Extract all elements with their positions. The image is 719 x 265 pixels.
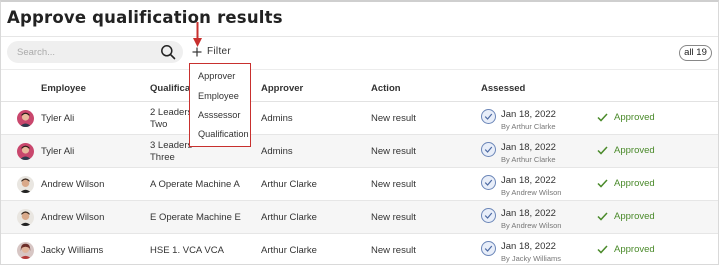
search-box[interactable] — [7, 41, 183, 63]
search-icon[interactable] — [160, 44, 176, 60]
column-header-assessed[interactable]: Assessed — [481, 83, 525, 94]
qualification-line1: HSE 1. VCA VCA — [150, 245, 224, 256]
assessed-date: Jan 18, 2022 — [501, 241, 556, 252]
filter-dropdown: Approver Employee Asssessor Qualificatio… — [189, 63, 251, 147]
action-text: New result — [371, 146, 416, 157]
assessed-date: Jan 18, 2022 — [501, 109, 556, 120]
page-title: Approve qualification results — [7, 8, 283, 27]
status-text: Approved — [614, 211, 655, 222]
employee-name: Andrew Wilson — [41, 212, 105, 223]
check-circle-icon — [481, 241, 496, 256]
checkmark-icon — [597, 245, 608, 254]
filter-option-assessor[interactable]: Asssessor — [198, 110, 240, 120]
qualification-line1: 3 Leaders — [150, 140, 193, 151]
column-header-action[interactable]: Action — [371, 83, 401, 94]
assessed-date: Jan 18, 2022 — [501, 142, 556, 153]
column-header-qualification[interactable]: Qualificat — [150, 83, 193, 94]
title-divider — [1, 36, 718, 37]
status-text: Approved — [614, 178, 655, 189]
employee-name: Jacky Williams — [41, 245, 104, 256]
assessed-by: By Arthur Clarke — [501, 122, 556, 131]
action-text: New result — [371, 245, 416, 256]
table-row[interactable]: Andrew Wilson A Operate Machine A Arthur… — [1, 168, 718, 201]
assessed-by: By Jacky Williams — [501, 254, 562, 263]
approver-name: Arthur Clarke — [261, 245, 317, 256]
status-badge: Approved — [597, 145, 655, 156]
table-row[interactable]: Andrew Wilson E Operate Machine E Arthur… — [1, 201, 718, 234]
toolbar-divider — [1, 69, 718, 70]
plus-icon — [192, 47, 202, 56]
assessed-by: By Andrew Wilson — [501, 188, 562, 197]
qualification-line2: Three — [150, 152, 175, 163]
assessed-date: Jan 18, 2022 — [501, 175, 556, 186]
assessed-date: Jan 18, 2022 — [501, 208, 556, 219]
avatar — [17, 209, 34, 226]
status-badge: Approved — [597, 178, 655, 189]
status-badge: Approved — [597, 112, 655, 123]
search-input[interactable] — [17, 45, 157, 59]
checkmark-icon — [597, 113, 608, 122]
checkmark-icon — [597, 212, 608, 221]
status-badge: Approved — [597, 211, 655, 222]
qualification-line2: Two — [150, 119, 168, 130]
column-header-approver[interactable]: Approver — [261, 83, 303, 94]
filter-option-employee[interactable]: Employee — [198, 91, 239, 101]
avatar — [17, 143, 34, 160]
status-text: Approved — [614, 112, 655, 123]
avatar — [17, 110, 34, 127]
status-text: Approved — [614, 244, 655, 255]
qualification-line1: A Operate Machine A — [150, 179, 240, 190]
qualification-line1: 2 Leaders — [150, 107, 193, 118]
approver-name: Admins — [261, 113, 293, 124]
count-badge[interactable]: all 19 — [679, 45, 712, 61]
table-row[interactable]: Jacky Williams HSE 1. VCA VCA Arthur Cla… — [1, 234, 718, 265]
assessed-by: By Arthur Clarke — [501, 155, 556, 164]
status-text: Approved — [614, 145, 655, 156]
qualification-line1: E Operate Machine E — [150, 212, 241, 223]
action-text: New result — [371, 113, 416, 124]
approver-name: Arthur Clarke — [261, 179, 317, 190]
check-circle-icon — [481, 208, 496, 223]
check-circle-icon — [481, 142, 496, 157]
column-header-employee[interactable]: Employee — [41, 83, 86, 94]
check-circle-icon — [481, 109, 496, 124]
filter-option-approver[interactable]: Approver — [198, 71, 235, 81]
filter-label: Filter — [207, 46, 232, 57]
employee-name: Tyler Ali — [41, 113, 75, 124]
assessed-by: By Andrew Wilson — [501, 221, 562, 230]
check-circle-icon — [481, 175, 496, 190]
filter-option-qualification[interactable]: Qualification — [198, 129, 249, 139]
action-text: New result — [371, 212, 416, 223]
action-text: New result — [371, 179, 416, 190]
status-badge: Approved — [597, 244, 655, 255]
employee-name: Tyler Ali — [41, 146, 75, 157]
avatar — [17, 176, 34, 193]
arrow-down-icon — [193, 22, 202, 47]
avatar — [17, 242, 34, 259]
table-row[interactable]: Tyler Ali 2 Leaders Two Admins New resul… — [1, 102, 718, 135]
approver-name: Admins — [261, 146, 293, 157]
approver-name: Arthur Clarke — [261, 212, 317, 223]
checkmark-icon — [597, 179, 608, 188]
table-row[interactable]: Tyler Ali 3 Leaders Three Admins New res… — [1, 135, 718, 168]
employee-name: Andrew Wilson — [41, 179, 105, 190]
checkmark-icon — [597, 146, 608, 155]
